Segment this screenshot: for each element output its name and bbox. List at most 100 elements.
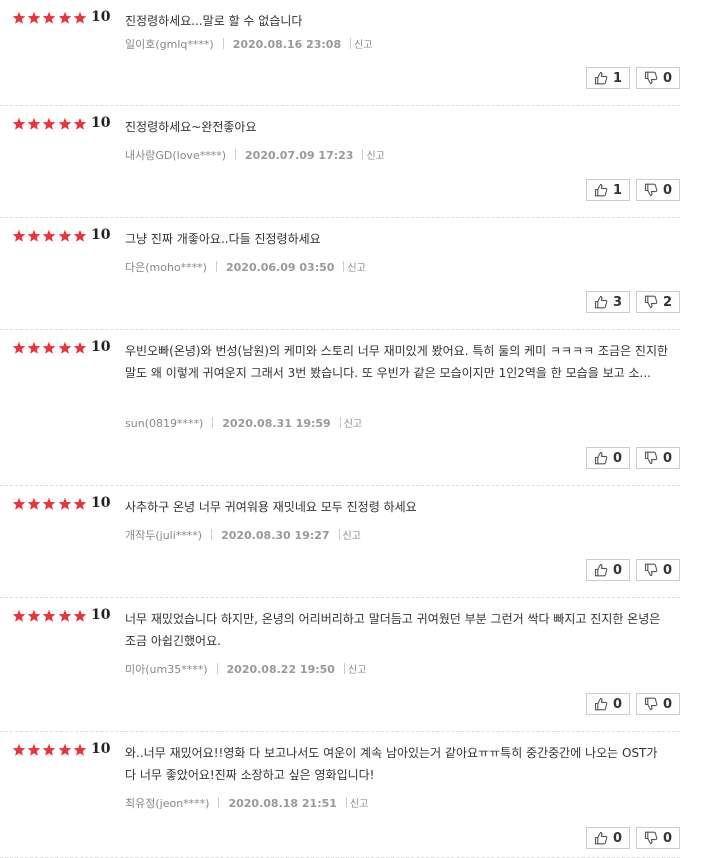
like-button[interactable]: 0 bbox=[586, 693, 630, 715]
divider bbox=[345, 797, 347, 808]
thumbs-up-icon bbox=[594, 831, 608, 845]
divider bbox=[211, 529, 213, 540]
like-button[interactable]: 1 bbox=[586, 179, 630, 201]
dislike-count: 0 bbox=[662, 696, 673, 712]
like-count: 0 bbox=[612, 830, 623, 846]
divider bbox=[235, 149, 237, 160]
dislike-count: 0 bbox=[662, 182, 673, 198]
star-icon bbox=[58, 743, 71, 756]
review-date: 2020.08.30 19:27 bbox=[221, 529, 330, 542]
star-icon bbox=[73, 609, 87, 622]
reviewer-nickname: sun(0819****) bbox=[125, 417, 204, 430]
thumbs-up-icon bbox=[594, 563, 608, 577]
star-icon bbox=[12, 743, 26, 756]
review-text: 사추하구 온녕 너무 귀여워용 재밋네요 모두 진정령 하세요 bbox=[125, 500, 417, 514]
review-text: 그냥 진짜 개좋아요..다들 진정령하세요 bbox=[125, 232, 321, 246]
review-meta: 내사랑GD(love****) 2020.07.09 17:23 신고 bbox=[125, 147, 385, 163]
star-icon bbox=[27, 117, 41, 130]
star-icon bbox=[12, 497, 26, 510]
review-item: 10 진정령하세요...말로 할 수 없습니다 일이호(gmlq****) 202… bbox=[0, 0, 680, 106]
dislike-button[interactable]: 0 bbox=[636, 827, 680, 849]
dislike-button[interactable]: 0 bbox=[636, 67, 680, 89]
reviewer-nickname: 일이호(gmlq****) bbox=[125, 38, 214, 51]
like-button[interactable]: 3 bbox=[586, 291, 630, 313]
review-date: 2020.07.09 17:23 bbox=[245, 149, 354, 162]
star-icon bbox=[43, 609, 56, 622]
dislike-button[interactable]: 2 bbox=[636, 291, 680, 313]
thumbs-up-icon bbox=[594, 183, 608, 197]
star-icon bbox=[73, 229, 87, 242]
dislike-button[interactable]: 0 bbox=[636, 559, 680, 581]
like-count: 0 bbox=[612, 696, 623, 712]
like-button[interactable]: 0 bbox=[586, 559, 630, 581]
like-count: 1 bbox=[612, 182, 623, 198]
report-link[interactable]: 신고 bbox=[348, 665, 366, 676]
star-icon bbox=[58, 11, 71, 24]
dislike-count: 0 bbox=[662, 70, 673, 86]
like-count: 1 bbox=[612, 70, 623, 86]
star-icon bbox=[43, 11, 56, 24]
report-link[interactable]: 신고 bbox=[366, 151, 384, 162]
rating-score: 10 bbox=[91, 227, 111, 243]
rating-score: 10 bbox=[91, 115, 111, 131]
review-meta: 일이호(gmlq****) 2020.08.16 23:08 신고 bbox=[125, 36, 373, 52]
thumbs-down-icon bbox=[644, 183, 658, 197]
star-icon bbox=[58, 341, 71, 354]
star-icon bbox=[73, 497, 87, 510]
star-icon bbox=[43, 743, 56, 756]
divider bbox=[215, 261, 217, 272]
thumbs-down-icon bbox=[644, 697, 658, 711]
thumbs-up-icon bbox=[594, 451, 608, 465]
report-link[interactable]: 신고 bbox=[343, 531, 361, 542]
star-icon bbox=[43, 341, 56, 354]
vote-buttons: 0 0 bbox=[586, 827, 680, 849]
star-icon bbox=[27, 609, 41, 622]
star-icon bbox=[27, 743, 41, 756]
report-link[interactable]: 신고 bbox=[344, 419, 362, 430]
like-button[interactable]: 0 bbox=[586, 827, 630, 849]
star-icon bbox=[58, 609, 71, 622]
divider bbox=[350, 38, 352, 49]
report-link[interactable]: 신고 bbox=[350, 799, 368, 810]
star-icon bbox=[73, 117, 87, 130]
review-text: 와..너무 재밌어요!!영화 다 보고나서도 여운이 계속 남아있는거 같아요ㅠ… bbox=[125, 746, 658, 782]
review-text: 진정령하세요~완전좋아요 bbox=[125, 120, 257, 134]
review-meta: sun(0819****) 2020.08.31 19:59 신고 bbox=[125, 415, 362, 430]
star-rating bbox=[12, 609, 88, 623]
like-count: 3 bbox=[612, 294, 623, 310]
dislike-count: 2 bbox=[662, 294, 673, 310]
rating-score: 10 bbox=[91, 339, 111, 355]
report-link[interactable]: 신고 bbox=[347, 263, 365, 274]
report-link[interactable]: 신고 bbox=[354, 40, 372, 51]
review-item: 10 그냥 진짜 개좋아요..다들 진정령하세요 다은(moho****) 202… bbox=[0, 218, 680, 330]
dislike-button[interactable]: 0 bbox=[636, 693, 680, 715]
thumbs-down-icon bbox=[644, 451, 658, 465]
divider bbox=[339, 417, 341, 428]
divider bbox=[212, 417, 214, 428]
like-count: 0 bbox=[612, 562, 623, 578]
star-rating bbox=[12, 743, 88, 757]
like-button[interactable]: 0 bbox=[586, 447, 630, 469]
star-icon bbox=[12, 117, 26, 130]
review-list: 10 진정령하세요...말로 할 수 없습니다 일이호(gmlq****) 202… bbox=[0, 0, 705, 858]
divider bbox=[222, 38, 224, 49]
thumbs-down-icon bbox=[644, 71, 658, 85]
review-meta: 최유정(jeon****) 2020.08.18 21:51 신고 bbox=[125, 795, 368, 811]
like-button[interactable]: 1 bbox=[586, 67, 630, 89]
star-icon bbox=[73, 743, 87, 756]
dislike-button[interactable]: 0 bbox=[636, 447, 680, 469]
review-date: 2020.08.18 21:51 bbox=[228, 797, 337, 810]
thumbs-up-icon bbox=[594, 71, 608, 85]
star-icon bbox=[43, 117, 56, 130]
review-item: 10 사추하구 온녕 너무 귀여워용 재밋네요 모두 진정령 하세요 개작두(j… bbox=[0, 486, 680, 598]
review-date: 2020.08.22 19:50 bbox=[226, 663, 335, 676]
vote-buttons: 0 0 bbox=[586, 447, 680, 469]
dislike-count: 0 bbox=[662, 830, 673, 846]
reviewer-nickname: 내사랑GD(love****) bbox=[125, 149, 227, 162]
rating-score: 10 bbox=[91, 607, 111, 623]
star-icon bbox=[58, 117, 71, 130]
dislike-button[interactable]: 0 bbox=[636, 179, 680, 201]
vote-buttons: 0 0 bbox=[586, 559, 680, 581]
star-icon bbox=[12, 229, 26, 242]
review-text: 우빈오빠(온녕)와 번성(남원)의 케미와 스토리 너무 재미있게 봤어요. 특… bbox=[125, 344, 669, 380]
